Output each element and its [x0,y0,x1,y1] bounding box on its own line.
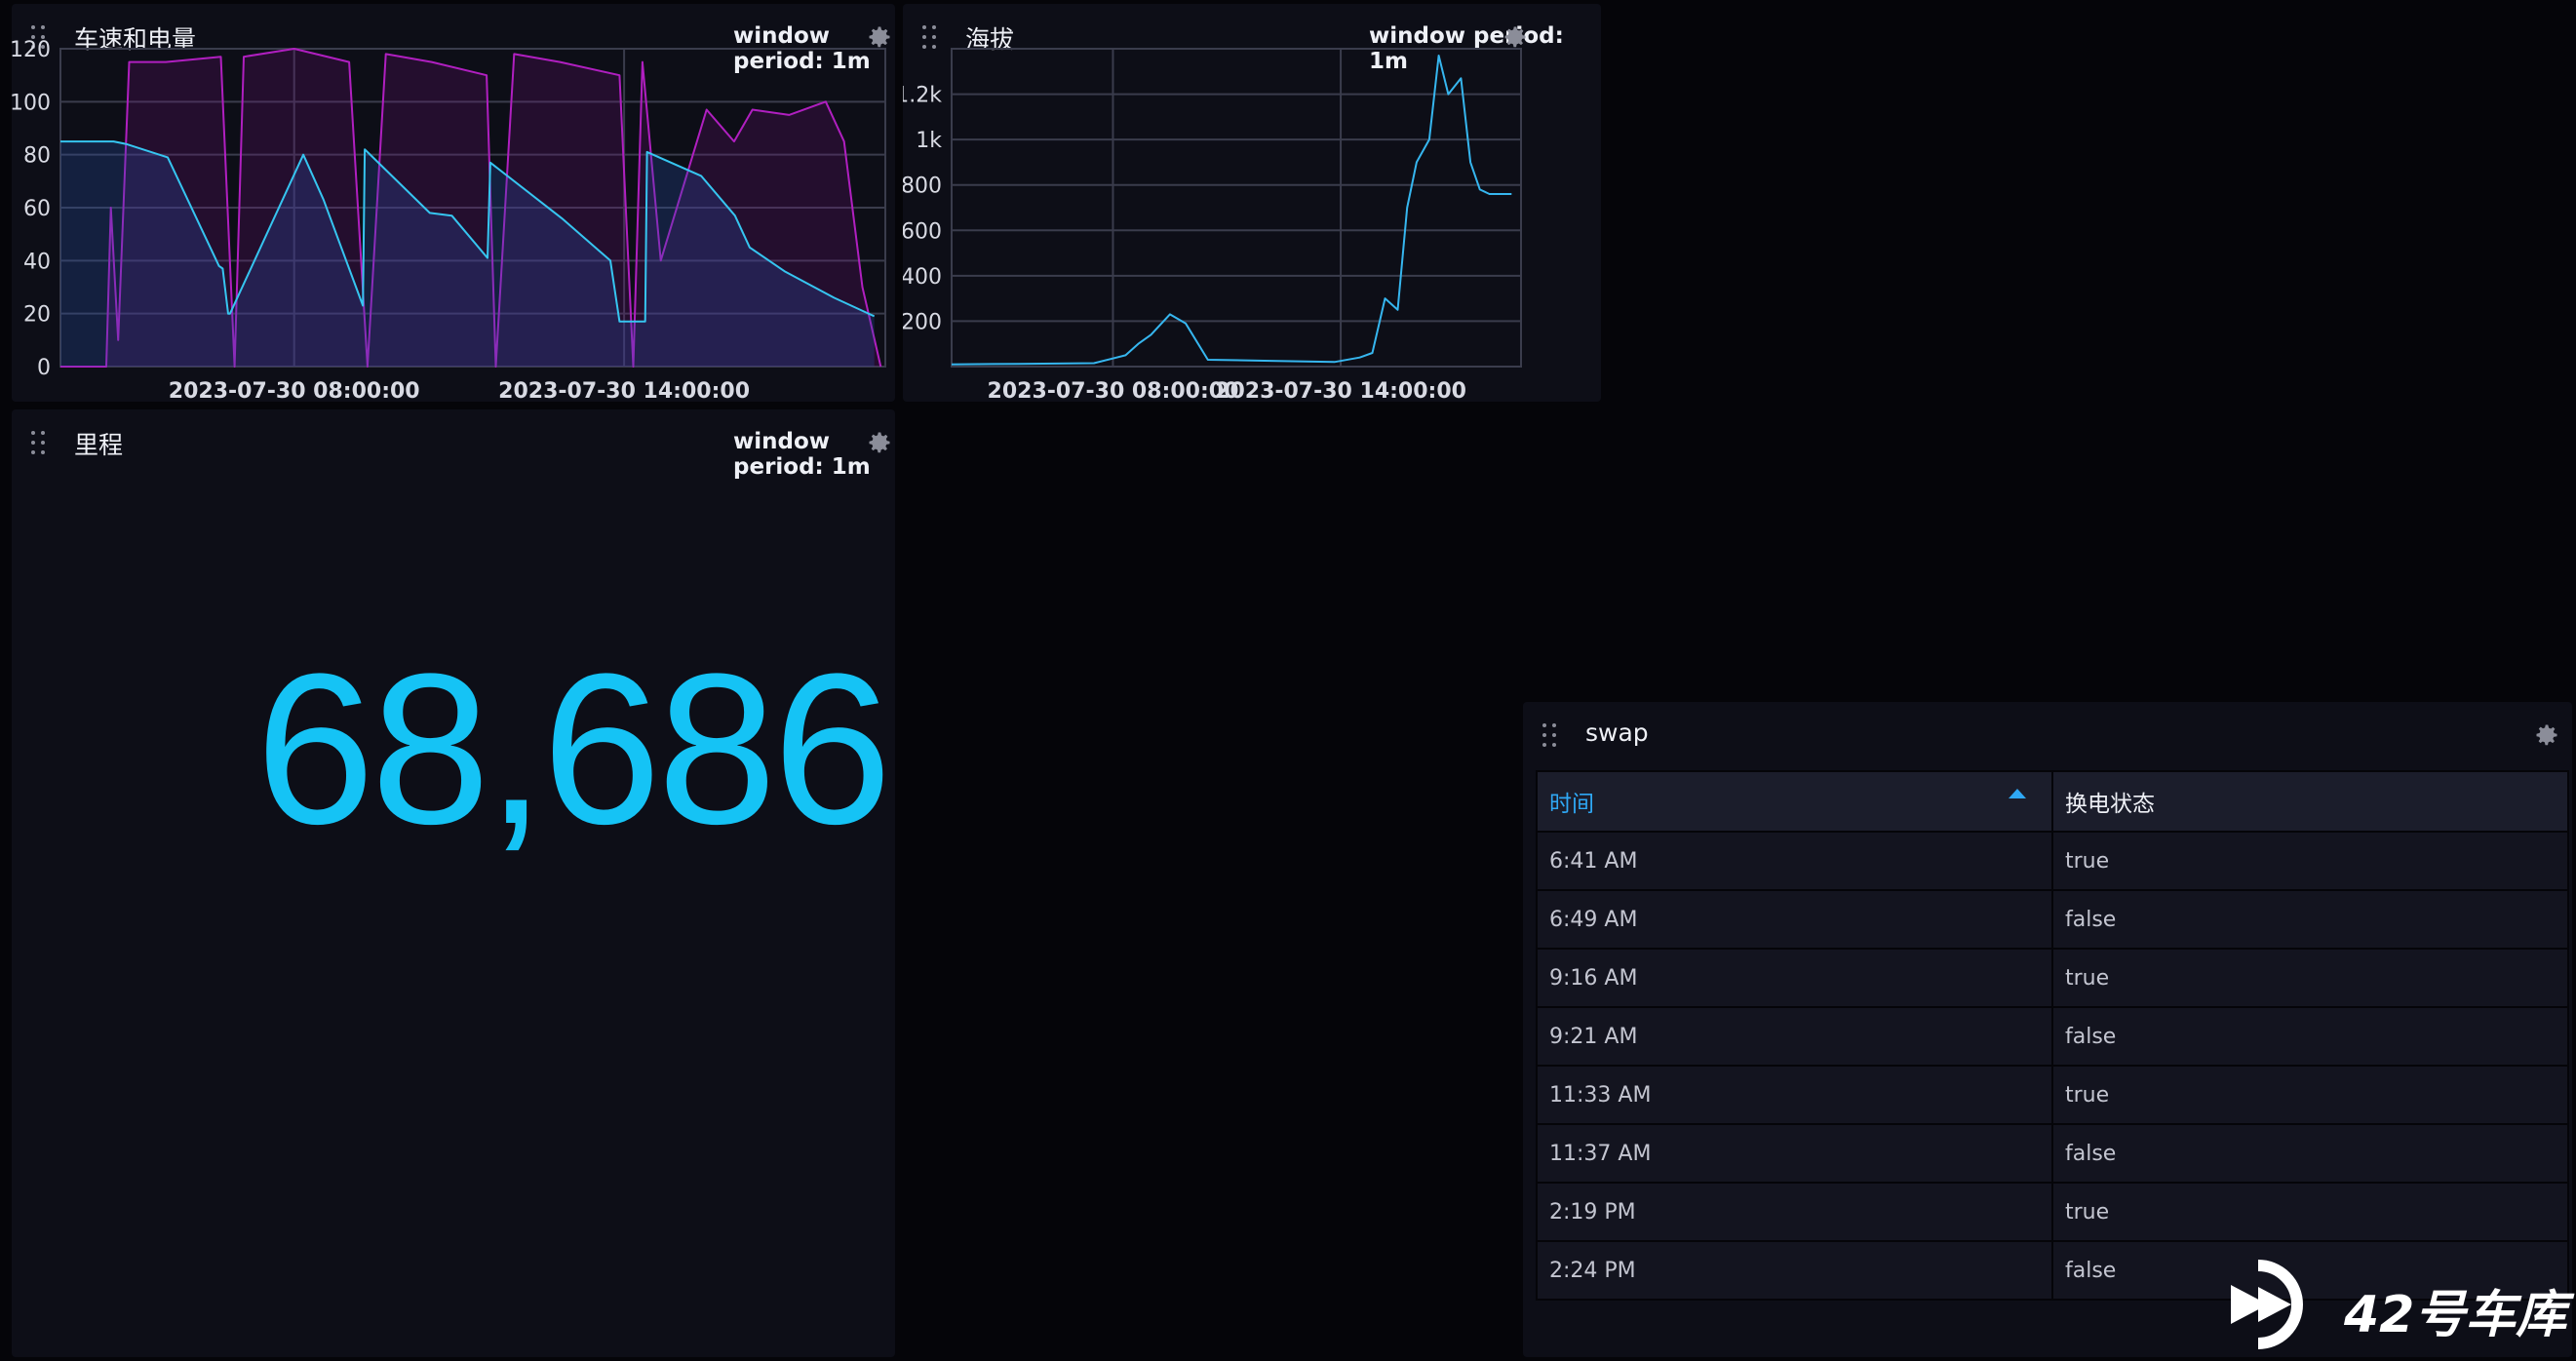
panel-header: swap [1523,702,2572,770]
gear-icon[interactable] [2533,721,2560,749]
cell-time: 11:33 AM [1536,1065,2053,1125]
y-tick-label: 40 [23,250,51,274]
watermark-text: 42号车库 [2344,1286,2567,1344]
table-row: 9:16 AM true [1536,948,2569,1008]
panel-altitude: 海拔 window period: 1m 1.2k1k8006004002002… [903,4,1601,402]
cell-time: 9:16 AM [1536,948,2053,1008]
x-tick-label: 2023-07-30 08:00:00 [169,379,420,402]
cell-swap-state: false [2051,889,2569,950]
table-row: 11:33 AM true [1536,1065,2569,1125]
cell-time: 2:19 PM [1536,1182,2053,1242]
cell-swap-state: true [2051,831,2569,891]
y-tick-label: 800 [903,175,942,199]
panel-mileage: 里程 window period: 1m 68,686 km [12,409,895,1357]
table-row: 11:37 AM false [1536,1123,2569,1184]
cell-time: 2:24 PM [1536,1240,2053,1301]
cell-time: 9:21 AM [1536,1006,2053,1067]
y-tick-label: 600 [903,219,942,244]
plot-frame [951,48,1522,368]
table-row: 6:49 AM false [1536,889,2569,950]
column-header-label: 换电状态 [2065,792,2155,817]
y-tick-label: 400 [903,265,942,290]
y-tick-label: 1.2k [903,84,942,108]
y-tick-label: 100 [12,91,51,115]
panel-speed-battery: 车速和电量 window period: 1m 120 100 80 60 40 20 0 2… [12,4,895,402]
watermark-logo-icon [2231,1260,2303,1349]
watermark: 42号车库 [2229,1256,2570,1353]
x-tick-label: 2023-07-30 08:00:00 [988,379,1239,402]
table-row: 9:21 AM false [1536,1006,2569,1067]
cell-time: 6:49 AM [1536,889,2053,950]
sort-ascending-icon[interactable] [2009,789,2026,798]
cell-swap-state: true [2051,1182,2569,1242]
y-tick-label: 200 [903,310,942,334]
cell-swap-state: false [2051,1006,2569,1067]
table-header-row: 时间 换电状态 [1536,770,2569,833]
cell-swap-state: true [2051,948,2569,1008]
y-tick-label: 0 [37,356,51,380]
cell-swap-state: true [2051,1065,2569,1125]
x-tick-label: 2023-07-30 14:00:00 [1215,379,1466,402]
swap-table: 时间 换电状态 6:41 AM true 6:49 AM false 9:16 AM… [1536,770,2569,1301]
speed-battery-chart: 120 100 80 60 40 20 0 2023-07-30 08:00:00 2023-0… [12,38,886,402]
column-header-time[interactable]: 时间 [1536,770,2053,833]
column-header-swap-state[interactable]: 换电状态 [2051,770,2569,833]
panel-title: swap [1585,719,1649,747]
x-tick-label: 2023-07-30 14:00:00 [498,379,750,402]
drag-handle-icon[interactable] [1542,723,1566,747]
y-tick-label: 80 [23,144,51,169]
altitude-line [951,55,1512,366]
cell-time: 6:41 AM [1536,831,2053,891]
y-tick-label: 1k [916,129,942,153]
table-row: 6:41 AM true [1536,831,2569,891]
column-header-label: 时间 [1549,792,1594,817]
altitude-chart: 1.2k 1k 800 600 400 200 2023-07-30 08:00:00202… [903,48,1522,402]
y-tick-label: 20 [23,303,51,328]
cell-time: 11:37 AM [1536,1123,2053,1184]
mileage-chart [12,409,895,1357]
y-tick-label: 120 [12,38,51,62]
table-row: 2:19 PM true [1536,1182,2569,1242]
y-tick-label: 60 [23,197,51,221]
mileage-big-value: 68,686 km [255,629,895,869]
cell-swap-state: false [2051,1123,2569,1184]
